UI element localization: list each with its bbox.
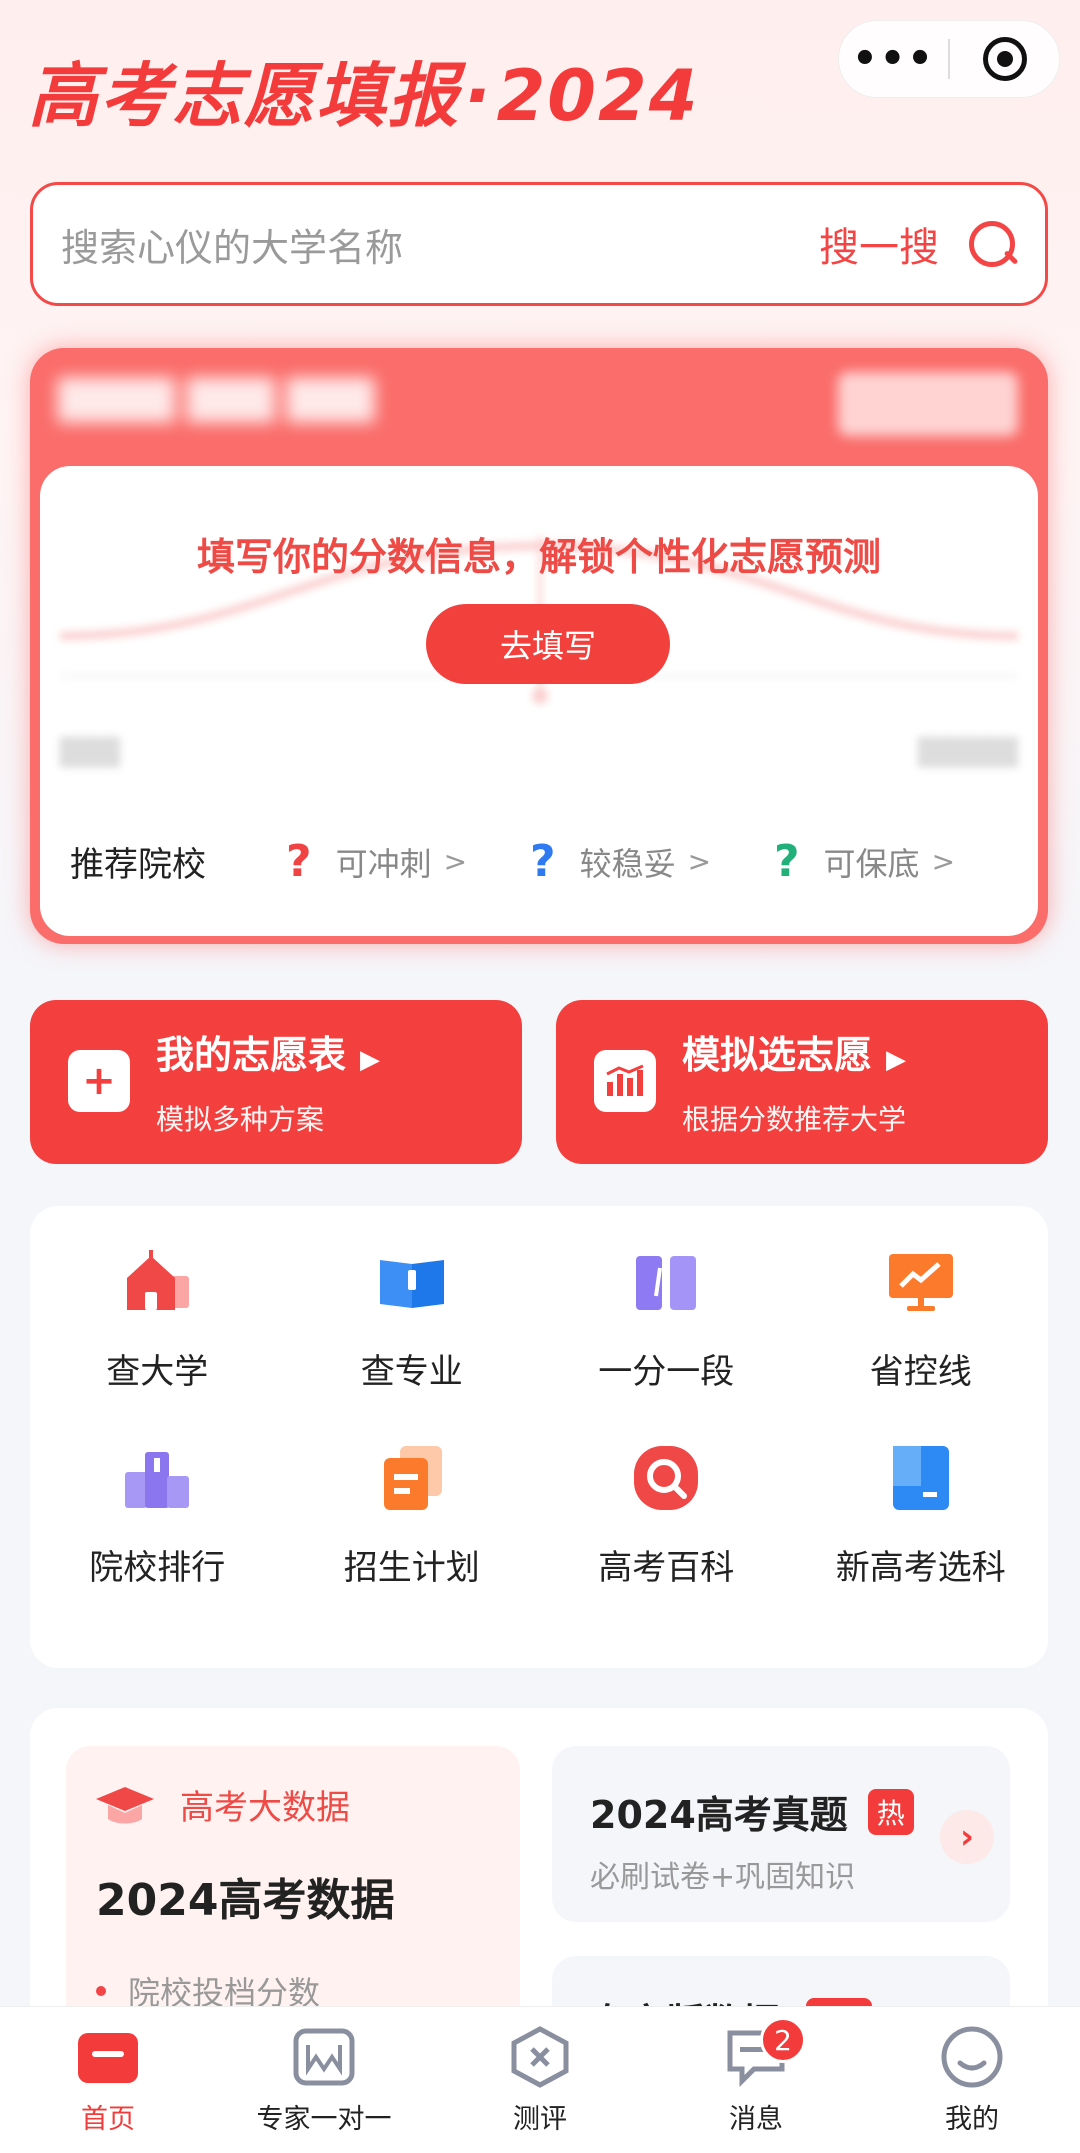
- function-score-segment[interactable]: 一分一段: [539, 1246, 794, 1442]
- unread-count-badge: 2: [760, 2017, 806, 2063]
- tab-expert[interactable]: 专家一对一: [216, 2007, 432, 2153]
- brand-dot: ·: [464, 55, 493, 137]
- plan-icon: [376, 1442, 448, 1514]
- bookmark-icon: [885, 1442, 957, 1514]
- graduation-cap-icon: [96, 1786, 154, 1823]
- bullet-dot-icon: [96, 1986, 106, 1996]
- chevron-right-icon: >: [443, 845, 468, 878]
- mini-program-capsule: •••: [838, 20, 1060, 98]
- chevron-right-icon: >: [931, 845, 956, 878]
- search-icon[interactable]: [967, 219, 1017, 269]
- quick-card-subtitle: 根据分数推荐大学: [682, 1103, 907, 1136]
- question-mark-icon: ?: [774, 836, 800, 887]
- option-label: 可冲刺: [335, 844, 432, 883]
- search-button[interactable]: 搜一搜: [819, 215, 939, 273]
- question-mark-icon: ?: [530, 836, 556, 887]
- home-icon: [76, 2025, 140, 2089]
- tab-profile[interactable]: 我的: [864, 2007, 1080, 2153]
- more-menu-button[interactable]: •••: [839, 36, 948, 82]
- function-label: 招生计划: [343, 1548, 480, 1588]
- expert-icon: [292, 2025, 356, 2089]
- tab-label: 消息: [729, 2104, 783, 2135]
- simulate-application-card[interactable]: 模拟选志愿 ▶ 根据分数推荐大学: [556, 1000, 1048, 1164]
- quick-card-subtitle: 模拟多种方案: [156, 1103, 325, 1136]
- score-prediction-card: ████ ███ ███ ███ █████ 填写你的分数信息，解锁个性化志愿预测…: [30, 348, 1048, 944]
- function-university-ranking[interactable]: 院校排行: [30, 1442, 285, 1638]
- tab-label: 我的: [945, 2104, 999, 2135]
- chart-icon: [594, 1050, 656, 1112]
- blurred-card-button: [838, 372, 1018, 436]
- function-enrollment-plan[interactable]: 招生计划: [285, 1442, 540, 1638]
- function-find-university[interactable]: 查大学: [30, 1246, 285, 1442]
- triangle-right-icon: ▶: [886, 1045, 907, 1075]
- search-bar[interactable]: 搜索心仪的大学名称 搜一搜: [30, 182, 1048, 306]
- podium-icon: [121, 1442, 193, 1514]
- assessment-icon: [508, 2025, 572, 2089]
- search-icon: [630, 1442, 702, 1514]
- tab-label: 首页: [81, 2104, 135, 2135]
- question-mark-icon: ?: [286, 836, 312, 887]
- recommend-label: 推荐院校: [70, 845, 206, 885]
- function-gaokao-encyclopedia[interactable]: 高考百科: [539, 1442, 794, 1638]
- function-label: 院校排行: [89, 1548, 226, 1588]
- real-exam-card[interactable]: 2024高考真题热 必刷试卷+巩固知识 ›: [552, 1746, 1010, 1922]
- function-label: 查专业: [360, 1352, 463, 1392]
- target-circle-icon: [982, 37, 1027, 81]
- chevron-right-icon: >: [687, 845, 712, 878]
- recommend-option-safe[interactable]: ? 可保底 >: [774, 836, 1018, 887]
- monitor-icon: [885, 1246, 957, 1318]
- recommend-option-stable[interactable]: ? 较稳妥 >: [530, 836, 774, 887]
- segment-icon: [630, 1246, 702, 1318]
- function-grid: 查大学 查专业 一分一段 省控线 院校排行 招生计划 高考百科 新高考选科: [30, 1206, 1048, 1668]
- tab-home[interactable]: 首页: [0, 2007, 216, 2153]
- app-brand-title: 高考志愿填报·2024: [28, 40, 699, 137]
- option-label: 可保底: [823, 844, 920, 883]
- function-label: 一分一段: [598, 1352, 735, 1392]
- tab-assessment[interactable]: 测评: [432, 2007, 648, 2153]
- chevron-right-icon[interactable]: ›: [940, 1810, 994, 1864]
- hot-badge: 热: [867, 1788, 914, 1835]
- tab-label: 测评: [513, 2104, 567, 2135]
- recommend-option-reach[interactable]: ? 可冲刺 >: [286, 836, 530, 887]
- recommend-row: 推荐院校 ? 可冲刺 > ? 较稳妥 > ? 可保底 >: [70, 836, 1018, 887]
- function-provincial-line[interactable]: 省控线: [794, 1246, 1049, 1442]
- book-icon: [376, 1246, 448, 1318]
- option-label: 较稳妥: [579, 844, 676, 883]
- profile-icon: [940, 2025, 1004, 2089]
- tab-messages[interactable]: 2 消息: [648, 2007, 864, 2153]
- quick-card-title: 模拟选志愿 ▶: [682, 1033, 907, 1077]
- bigdata-header: 高考大数据: [96, 1780, 350, 1829]
- function-new-gaokao-subjects[interactable]: 新高考选科: [794, 1442, 1049, 1638]
- bottom-tab-bar: 首页 专家一对一 测评 2 消息 我的: [0, 2006, 1080, 2153]
- blurred-axis-ticks: ███ █████: [60, 738, 1018, 768]
- triangle-right-icon: ▶: [360, 1045, 381, 1075]
- brand-year: 2024: [496, 55, 700, 137]
- my-application-card[interactable]: + 我的志愿表 ▶ 模拟多种方案: [30, 1000, 522, 1164]
- fill-score-button[interactable]: 去填写: [426, 604, 670, 684]
- plus-doc-icon: +: [68, 1050, 130, 1112]
- prediction-headline: 填写你的分数信息，解锁个性化志愿预测: [196, 535, 881, 579]
- function-label: 查大学: [106, 1352, 209, 1392]
- function-find-major[interactable]: 查专业: [285, 1246, 540, 1442]
- blurred-card-title: ████ ███ ███: [58, 378, 375, 422]
- brand-text: 高考志愿填报: [28, 55, 460, 137]
- function-label: 新高考选科: [835, 1548, 1006, 1588]
- quick-card-title: 我的志愿表 ▶: [156, 1033, 381, 1077]
- tab-label: 专家一对一: [256, 2104, 392, 2135]
- search-input[interactable]: 搜索心仪的大学名称: [61, 217, 819, 272]
- school-icon: [121, 1246, 193, 1318]
- bigdata-tag: 高考大数据: [180, 1788, 350, 1828]
- real-exam-title: 2024高考真题热: [590, 1784, 914, 1839]
- prediction-panel: ███ █████ 填写你的分数信息，解锁个性化志愿预测 去填写 推荐院校 ? 可…: [40, 466, 1038, 936]
- function-label: 省控线: [869, 1352, 972, 1392]
- function-label: 高考百科: [598, 1548, 735, 1588]
- real-exam-subtitle: 必刷试卷+巩固知识: [590, 1860, 856, 1895]
- close-mini-program-button[interactable]: [950, 37, 1059, 81]
- bigdata-title: 2024高考数据: [96, 1875, 395, 1926]
